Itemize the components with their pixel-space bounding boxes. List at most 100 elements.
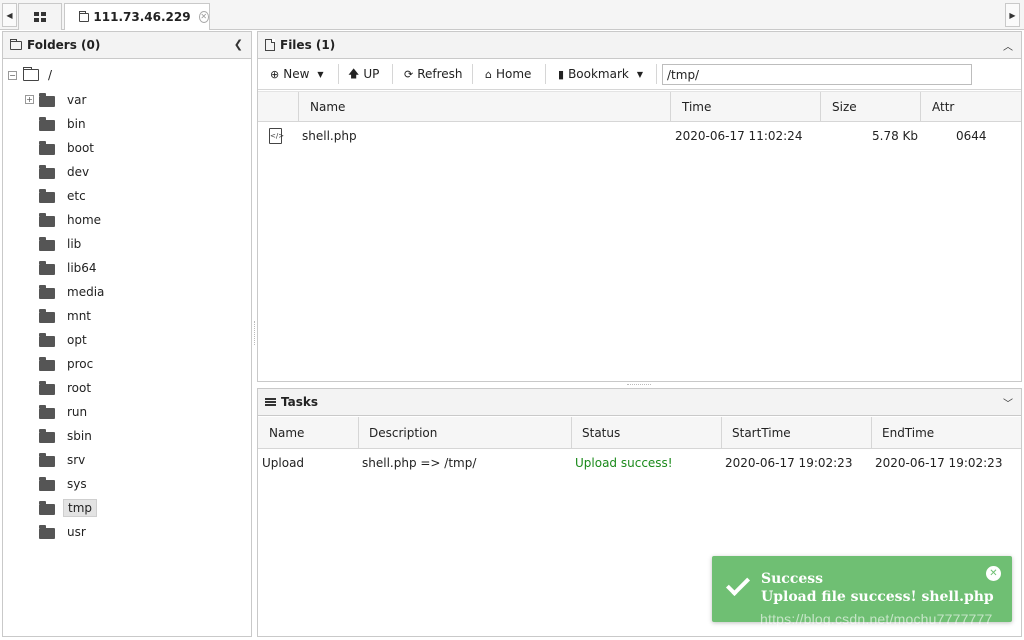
folder-icon <box>39 332 55 347</box>
folder-icon <box>39 524 55 539</box>
file-row[interactable]: </> shell.php 2020-06-17 11:02:24 5.78 K… <box>258 123 1021 149</box>
tree-item-label: home <box>67 213 102 227</box>
task-status: Upload success! <box>575 456 673 470</box>
tree-item-media[interactable]: media <box>39 282 108 302</box>
tree-item-var[interactable]: + var <box>25 90 90 110</box>
tree-item-label: boot <box>67 141 95 155</box>
expand-toggle-icon[interactable]: + <box>25 95 34 104</box>
column-header-size[interactable]: Size <box>820 92 920 122</box>
tree-item-usr[interactable]: usr <box>39 522 90 542</box>
chevron-up-icon[interactable]: ︿ <box>1003 38 1013 53</box>
tree-item-dev[interactable]: dev <box>39 162 93 182</box>
arrow-up-icon: 🡅 <box>348 66 360 80</box>
tab-bar: ◀ 111.73.46.229 ✕ ▶ <box>0 0 1024 30</box>
tab-scroll-left-button[interactable]: ◀ <box>2 3 17 27</box>
column-header-description[interactable]: Description <box>358 417 571 448</box>
column-header-time[interactable]: Time <box>670 92 820 122</box>
tree-item-opt[interactable]: opt <box>39 330 91 350</box>
home-icon: ⌂ <box>485 67 492 81</box>
tree-item-run[interactable]: run <box>39 402 91 422</box>
tree-item-lib[interactable]: lib <box>39 234 85 254</box>
tree-item-etc[interactable]: etc <box>39 186 90 206</box>
tree-item-srv[interactable]: srv <box>39 450 89 470</box>
caret-down-icon: ▼ <box>636 69 644 79</box>
check-icon <box>725 571 751 597</box>
tree-root[interactable]: − / <box>8 67 52 83</box>
task-description: shell.php => /tmp/ <box>362 456 477 470</box>
tasks-grid-header: Name Description Status StartTime EndTim… <box>258 417 1021 449</box>
chevron-left-icon[interactable]: ❮ <box>234 38 243 51</box>
tree-item-label: opt <box>67 333 87 347</box>
tasks-icon <box>265 397 276 407</box>
tree-item-proc[interactable]: proc <box>39 354 97 374</box>
close-icon[interactable]: ✕ <box>986 566 1001 581</box>
column-header-endtime[interactable]: EndTime <box>871 417 1021 448</box>
tab-host[interactable]: 111.73.46.229 ✕ <box>64 3 210 30</box>
up-button-label: UP <box>363 67 380 81</box>
chevron-down-icon[interactable]: ﹀ <box>1003 395 1013 410</box>
folder-icon <box>39 476 55 491</box>
tasks-panel-header: Tasks ﹀ <box>258 389 1021 416</box>
refresh-button[interactable]: ⟳ Refresh <box>398 63 469 85</box>
tree-item-label: srv <box>67 453 86 467</box>
folder-icon <box>39 188 55 203</box>
tree-item-label: mnt <box>67 309 91 323</box>
file-attr: 0644 <box>956 129 987 143</box>
folder-icon <box>39 380 55 395</box>
collapse-toggle-icon[interactable]: − <box>8 70 17 80</box>
plus-circle-icon: ⊕ <box>270 67 280 81</box>
tree-item-label: root <box>67 381 92 395</box>
tree-item-label: sbin <box>67 429 92 443</box>
path-input[interactable] <box>662 64 972 85</box>
close-icon[interactable]: ✕ <box>198 11 209 23</box>
folder-icon <box>39 212 55 227</box>
tab-host-label: 111.73.46.229 <box>93 10 191 24</box>
php-file-icon: </> <box>269 123 284 149</box>
tree-item-label: bin <box>67 117 86 131</box>
tree-item-label: dev <box>67 165 90 179</box>
horizontal-splitter[interactable] <box>257 382 1022 387</box>
tab-dashboard[interactable] <box>18 3 62 30</box>
caret-down-icon: ▼ <box>317 69 324 79</box>
tree-item-home[interactable]: home <box>39 210 105 230</box>
folder-icon <box>39 308 55 323</box>
column-header-starttime[interactable]: StartTime <box>721 417 871 448</box>
tree-item-sys[interactable]: sys <box>39 474 91 494</box>
toast-message: Upload file success! shell.php <box>761 589 994 605</box>
folder-icon <box>39 92 55 107</box>
tree-item-tmp[interactable]: tmp <box>39 498 98 518</box>
file-time: 2020-06-17 11:02:24 <box>675 129 803 143</box>
tree-item-mnt[interactable]: mnt <box>39 306 95 326</box>
tree-item-label: usr <box>67 525 86 539</box>
file-name[interactable]: shell.php <box>302 123 357 149</box>
tab-scroll-right-button[interactable]: ▶ <box>1005 3 1020 27</box>
grid-icon <box>34 12 46 22</box>
tree-item-bin[interactable]: bin <box>39 114 90 134</box>
bookmark-button[interactable]: ▮ Bookmark ▼ <box>552 63 649 85</box>
folder-icon <box>39 284 55 299</box>
tree-item-boot[interactable]: boot <box>39 138 98 158</box>
task-row[interactable]: Upload shell.php => /tmp/ Upload success… <box>258 450 1021 476</box>
refresh-icon: ⟳ <box>404 67 414 81</box>
folder-icon <box>39 356 55 371</box>
folder-icon <box>39 452 55 467</box>
folders-panel-header: Folders (0) ❮ <box>3 32 251 59</box>
new-button[interactable]: ⊕ New ▼ <box>264 63 330 85</box>
refresh-button-label: Refresh <box>417 67 463 81</box>
tree-item-lib64[interactable]: lib64 <box>39 258 101 278</box>
folder-icon <box>79 10 90 22</box>
column-header-attr[interactable]: Attr <box>920 92 1021 122</box>
tree-item-label: media <box>67 285 105 299</box>
up-button[interactable]: 🡅 UP <box>342 63 385 85</box>
column-header-task-name[interactable]: Name <box>258 417 358 448</box>
tree-item-sbin[interactable]: sbin <box>39 426 96 446</box>
column-header-name[interactable]: Name <box>298 92 670 122</box>
home-button[interactable]: ⌂ Home <box>479 63 537 85</box>
toast-title: Success <box>761 571 824 587</box>
tree-item-label: sys <box>67 477 87 491</box>
tree-item-root[interactable]: root <box>39 378 95 398</box>
folder-icon <box>39 260 55 275</box>
tree-item-label: run <box>67 405 88 419</box>
file-size: 5.78 Kb <box>872 129 919 143</box>
column-header-status[interactable]: Status <box>571 417 721 448</box>
